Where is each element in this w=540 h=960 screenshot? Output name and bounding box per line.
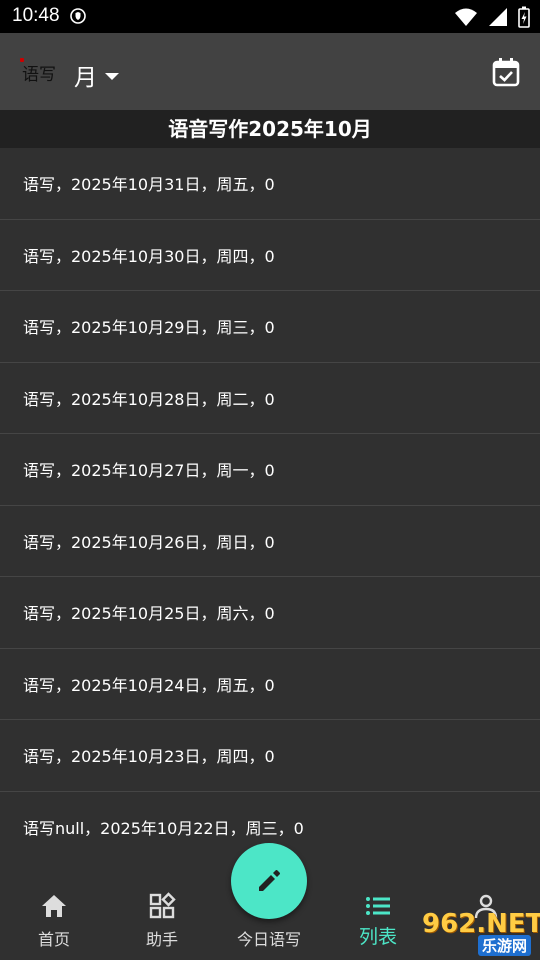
- signal-icon: [489, 8, 507, 26]
- list-item[interactable]: 语写，2025年10月27日，周一，0: [0, 434, 540, 506]
- entry-list: 语写，2025年10月31日，周五，0 语写，2025年10月30日，周四，0 …: [0, 148, 540, 863]
- list-item[interactable]: 语写，2025年10月31日，周五，0: [0, 148, 540, 220]
- compose-fab[interactable]: [231, 843, 307, 919]
- list-item-text: 语写，2025年10月27日，周一，0: [23, 461, 275, 481]
- list-item[interactable]: 语写，2025年10月30日，周四，0: [0, 220, 540, 291]
- logo-dot: [20, 58, 24, 62]
- app-logo: 语写: [20, 58, 56, 85]
- view-mode-label: 月: [74, 65, 97, 91]
- month-header: 语音写作2025年10月: [0, 110, 540, 148]
- list-icon: [366, 897, 390, 915]
- edit-pencil-icon: [259, 870, 280, 891]
- chevron-down-icon: [105, 72, 119, 80]
- list-item[interactable]: 语写，2025年10月23日，周四，0: [0, 720, 540, 792]
- list-item-text: 语写，2025年10月28日，周二，0: [23, 389, 275, 409]
- nav-item-assistant[interactable]: 助手: [122, 892, 202, 950]
- status-bar: 10:48: [0, 0, 540, 33]
- list-item[interactable]: 语写，2025年10月29日，周三，0: [0, 291, 540, 363]
- nav-label: 助手: [145, 930, 178, 949]
- month-title: 语音写作2025年10月: [168, 117, 372, 141]
- list-item[interactable]: 语写，2025年10月25日，周六，0: [0, 577, 540, 649]
- list-item-text: 语写，2025年10月23日，周四，0: [23, 747, 275, 767]
- calendar-check-icon[interactable]: [492, 57, 520, 87]
- list-item-text: 语写，2025年10月25日，周六，0: [23, 604, 275, 624]
- list-item-text: 语写，2025年10月31日，周五，0: [23, 175, 275, 195]
- status-icons: [454, 6, 530, 28]
- nav-label: 首页: [37, 930, 70, 949]
- logo-text: 语写: [22, 65, 56, 85]
- status-time: 10:48: [12, 5, 60, 26]
- watermark-logo: 962.NET 乐游网: [398, 905, 540, 957]
- list-item[interactable]: 语写，2025年10月24日，周五，0: [0, 649, 540, 720]
- list-item-text: 语写，2025年10月30日，周四，0: [23, 246, 275, 266]
- app-bar: 语写 月: [0, 33, 540, 110]
- watermark-subtext: 乐游网: [478, 935, 532, 956]
- list-item-text: 语写，2025年10月26日，周日，0: [23, 532, 275, 552]
- nav-item-today[interactable]: 今日语写: [229, 926, 309, 950]
- list-item-text: 语写，2025年10月29日，周三，0: [23, 318, 275, 338]
- list-item[interactable]: 语写，2025年10月26日，周日，0: [0, 506, 540, 577]
- view-mode-dropdown[interactable]: 月: [74, 58, 119, 92]
- list-item-text: 语写，2025年10月24日，周五，0: [23, 675, 275, 695]
- nav-item-home[interactable]: 首页: [14, 892, 94, 950]
- list-item[interactable]: 语写，2025年10月28日，周二，0: [0, 363, 540, 434]
- shield-icon: [70, 8, 86, 24]
- widgets-icon: [149, 892, 176, 919]
- nav-label: 列表: [358, 926, 397, 948]
- battery-charging-icon: [518, 6, 530, 28]
- list-item-text: 语写null，2025年10月22日，周三，0: [23, 819, 304, 839]
- nav-label: 今日语写: [236, 930, 301, 949]
- home-icon: [42, 895, 66, 917]
- wifi-icon: [455, 8, 477, 26]
